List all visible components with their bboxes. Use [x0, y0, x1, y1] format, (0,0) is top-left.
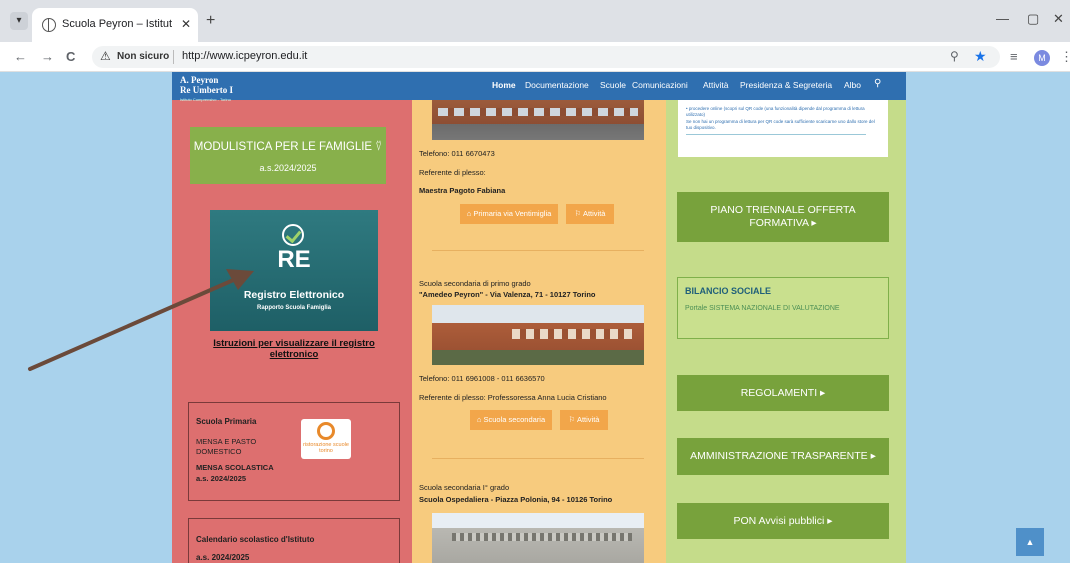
secondaria-2-name: Scuola Ospedaliera - Piazza Polonia, 94 …: [419, 495, 613, 504]
minimize-icon[interactable]: —: [996, 11, 1009, 26]
url-text[interactable]: http://www.icpeyron.edu.it: [182, 50, 307, 62]
browser-tab-bar: ▾ Scuola Peyron – Istituto Compr ✕ + — ▢…: [0, 0, 1070, 42]
nav-attivita[interactable]: Attività: [703, 80, 729, 90]
nav-albo[interactable]: Albo: [844, 80, 861, 90]
nav-comunicazioni[interactable]: Comunicazioni: [632, 80, 688, 90]
pon-avvisi-button[interactable]: PON Avvisi pubblici ▸: [677, 503, 889, 539]
profile-avatar[interactable]: M: [1034, 50, 1050, 66]
registro-elettronico-title: Registro Elettronico: [243, 289, 345, 301]
school-photo-ospedaliera: [432, 513, 644, 563]
school-photo-secondaria: [432, 305, 644, 365]
calendario-box[interactable]: Calendario scolastico d'Istituto a.s. 20…: [188, 518, 400, 563]
divider-1: [432, 250, 644, 251]
primaria-ventimiglia-button[interactable]: ⌂ Primaria via Ventimiglia: [460, 204, 558, 224]
calendario-year: a.s. 2024/2025: [196, 553, 250, 562]
browser-menu-icon[interactable]: ⋮: [1060, 49, 1070, 65]
back-icon[interactable]: ←: [14, 49, 27, 64]
mensa-scolastica-link[interactable]: MENSA SCOLASTICA: [196, 463, 274, 472]
scroll-to-top-button[interactable]: ▲: [1016, 528, 1044, 556]
mensa-year: a.s. 2024/2025: [196, 474, 247, 483]
registro-elettronico-subtitle: Rapporto Scuola Famiglia: [256, 305, 331, 311]
regolamenti-button[interactable]: REGOLAMENTI ▸: [677, 375, 889, 411]
bilancio-sociale-box[interactable]: BILANCIO SOCIALE Portale SISTEMA NAZIONA…: [677, 277, 889, 339]
site-navbar: A. Peyron Re Umberto I Istituto Comprens…: [172, 72, 906, 102]
logo-subtitle: Istituto Comprensivo - Torino: [180, 97, 231, 102]
address-bar: ← → C ⚠ Non sicuro http://www.icpeyron.e…: [0, 42, 1070, 72]
primaria-referente-name: Maestra Pagoto Fabiana: [419, 186, 506, 195]
reading-list-icon[interactable]: ≡: [1010, 49, 1018, 64]
nav-presidenza-segreteria[interactable]: Presidenza & Segreteria: [740, 80, 832, 90]
tab-title: Scuola Peyron – Istituto Compr: [62, 18, 172, 30]
logo-line1: A. Peyron: [180, 75, 219, 85]
warning-icon[interactable]: ⚠: [100, 49, 111, 63]
url-separator: [173, 50, 174, 64]
window-close-icon[interactable]: ✕: [1053, 11, 1064, 27]
primaria-phone: Telefono: 011 6670473: [419, 149, 495, 158]
tab-close-icon[interactable]: ✕: [181, 17, 191, 31]
globe-icon: [42, 18, 56, 32]
primaria-title: Scuola Primaria: [196, 417, 257, 426]
qr-instructions-text-1: • procedere online (scopri sul QR code (…: [686, 106, 865, 117]
mensa-pasto-domestico-link[interactable]: MENSA E PASTO DOMESTICO: [196, 437, 266, 457]
amministrazione-trasparente-button[interactable]: AMMINISTRAZIONE TRASPARENTE ▸: [677, 438, 889, 475]
omnibox[interactable]: ⚠ Non sicuro http://www.icpeyron.edu.it …: [92, 46, 1000, 68]
qr-divider: [686, 134, 866, 135]
secondaria-1-name: "Amedeo Peyron" - Via Valenza, 71 - 1012…: [419, 290, 596, 299]
qr-instructions-text-2: Se non hai un programma di lettura per Q…: [686, 119, 875, 130]
browser-tab[interactable]: Scuola Peyron – Istituto Compr ✕: [32, 8, 198, 42]
modulistica-famiglie-box[interactable]: MODULISTICA PER LE FAMIGLIE ⍢ a.s.2024/2…: [190, 127, 386, 184]
bilancio-title: BILANCIO SOCIALE: [685, 286, 772, 296]
secondaria-2-type: Scuola secondaria I° grado: [419, 483, 510, 492]
site-logo[interactable]: A. Peyron Re Umberto I Istituto Comprens…: [180, 75, 250, 102]
ptof-button[interactable]: PIANO TRIENNALE OFFERTA FORMATIVA ▸: [677, 192, 889, 242]
scuola-primaria-mensa-box: Scuola Primaria MENSA E PASTO DOMESTICO …: [188, 402, 400, 501]
scuola-secondaria-button[interactable]: ⌂ Scuola secondaria: [470, 410, 552, 430]
search-icon[interactable]: ⚲: [874, 78, 881, 89]
calendario-title: Calendario scolastico d'Istituto: [196, 535, 315, 544]
tab-search-icon[interactable]: ▾: [10, 12, 28, 30]
nav-scuole[interactable]: Scuole: [600, 80, 626, 90]
web-page: A. Peyron Re Umberto I Istituto Comprens…: [0, 72, 1070, 563]
logo-line2: Re Umberto I: [180, 85, 233, 95]
bilancio-link[interactable]: Portale SISTEMA NAZIONALE DI VALUTAZIONE: [685, 304, 845, 314]
ristorazione-emblem-icon: [317, 422, 335, 440]
zoom-icon[interactable]: ⚲: [950, 49, 959, 63]
check-circle-icon: [282, 224, 304, 246]
security-label[interactable]: Non sicuro: [117, 51, 169, 62]
qr-instructions-card: • procedere online (scopri sul QR code (…: [678, 100, 888, 157]
forward-icon[interactable]: →: [41, 49, 54, 64]
secondaria-phone: Telefono: 011 6961008 - 011 6636570: [419, 374, 545, 383]
reload-icon[interactable]: C: [66, 49, 75, 64]
attivita-button-1[interactable]: ⚐ Attività: [566, 204, 614, 224]
nav-documentazione[interactable]: Documentazione: [525, 80, 589, 90]
new-tab-button[interactable]: +: [206, 12, 215, 30]
modulistica-title: MODULISTICA PER LE FAMIGLIE ⍢: [193, 141, 383, 153]
registro-instructions-link[interactable]: Istruzioni per visualizzare il registro …: [200, 338, 388, 360]
registro-elettronico-card[interactable]: RE Registro Elettronico Rapporto Scuola …: [210, 210, 378, 331]
secondaria-1-type: Scuola secondaria di primo grado: [419, 279, 531, 288]
school-photo-primaria: [432, 100, 644, 140]
secondaria-referente: Referente di plesso: Professoressa Anna …: [419, 393, 607, 402]
divider-2: [432, 458, 644, 459]
ristorazione-logo-text: ristorazione scuole torino: [303, 442, 349, 454]
attivita-button-2[interactable]: ⚐ Attività: [560, 410, 608, 430]
bookmark-star-icon[interactable]: ★: [974, 48, 987, 65]
primaria-referente-label: Referente di plesso:: [419, 168, 486, 177]
modulistica-year: a.s.2024/2025: [259, 163, 317, 173]
re-logo-letters: RE: [277, 246, 311, 273]
ristorazione-logo[interactable]: ristorazione scuole torino: [301, 419, 351, 459]
restore-icon[interactable]: ▢: [1027, 11, 1039, 27]
nav-home[interactable]: Home: [492, 80, 516, 90]
